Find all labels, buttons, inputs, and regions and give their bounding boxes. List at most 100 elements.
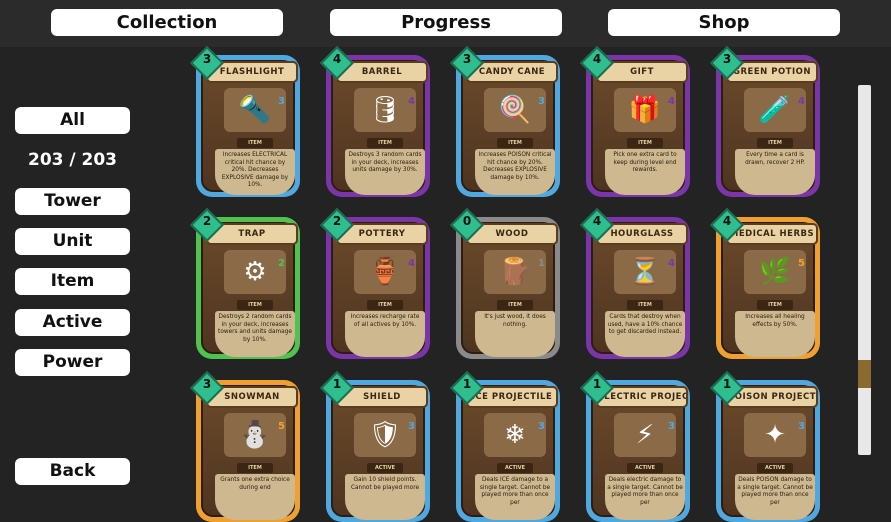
card-cost: 2 — [202, 214, 212, 228]
card[interactable]: 🍭 3 ITEM Increases POISON critical hit chan… — [450, 46, 560, 197]
filter-item-button[interactable]: Item — [15, 268, 130, 295]
card-type: ITEM — [237, 300, 273, 310]
lightning-icon: ⚡ — [614, 413, 676, 457]
card-stat: 1 — [538, 258, 545, 269]
card-stat: 4 — [668, 96, 675, 107]
card-type: ITEM — [237, 463, 273, 473]
card-description: Increases ELECTRICAL critical hit chance… — [215, 149, 295, 195]
card-cost: 3 — [202, 52, 212, 66]
back-button[interactable]: Back — [15, 458, 130, 485]
card-description: Deals electric damage to a single target… — [605, 474, 685, 520]
card-type: ITEM — [497, 300, 533, 310]
card-type: ACTIVE — [497, 463, 533, 473]
card-type: ITEM — [627, 138, 663, 148]
card-cost: 4 — [722, 214, 732, 228]
card-stat: 2 — [278, 258, 285, 269]
card-type: ITEM — [757, 138, 793, 148]
card-stat: 5 — [798, 258, 805, 269]
card-type: ITEM — [627, 300, 663, 310]
card-type: ITEM — [367, 138, 403, 148]
card[interactable]: ⏳ 4 ITEM Cards that destroy when used, have… — [580, 208, 690, 359]
card-description: Deals POISON damage to a single target. … — [735, 474, 815, 520]
snowman-icon: ⛄ — [224, 413, 286, 457]
card-cost: 1 — [592, 377, 602, 391]
card-type: ACTIVE — [627, 463, 663, 473]
card-stat: 4 — [668, 258, 675, 269]
card-description: Pick one extra card to keep during level… — [605, 149, 685, 195]
card-cost: 1 — [332, 377, 342, 391]
log-icon: 🪵 — [484, 250, 546, 294]
shield-icon: 🛡 — [354, 413, 416, 457]
card-cost: 1 — [722, 377, 732, 391]
card-stat: 5 — [278, 421, 285, 432]
card[interactable]: 🎁 4 ITEM Pick one extra card to keep during… — [580, 46, 690, 197]
vase-icon: 🏺 — [354, 250, 416, 294]
tab-collection[interactable]: Collection — [51, 9, 283, 36]
card-type: ITEM — [237, 138, 273, 148]
card-stat: 3 — [668, 421, 675, 432]
card-stat: 4 — [408, 258, 415, 269]
card[interactable]: 🧪 4 ITEM Every time a card is drawn, recove… — [710, 46, 820, 197]
card-cost: 3 — [462, 52, 472, 66]
card-cost: 3 — [202, 377, 212, 391]
card[interactable]: 🪵 1 ITEM It's just wood, it does nothing. WO… — [450, 208, 560, 359]
card-cost: 4 — [592, 52, 602, 66]
card-description: Increases POISON critical hit chance by … — [475, 149, 555, 195]
card[interactable]: 🏺 4 ITEM Increases recharge rate of all act… — [320, 208, 430, 359]
card-stat: 3 — [538, 96, 545, 107]
card-description: Destroys 3 random cards in your deck, in… — [345, 149, 425, 195]
card[interactable]: ✦ 3 ACTIVE Deals POISON damage to a single … — [710, 371, 820, 522]
card-type: ACTIVE — [367, 463, 403, 473]
card[interactable]: 🔦 3 ITEM Increases ELECTRICAL critical hit … — [190, 46, 300, 197]
card-description: Increases all healing effects by 50%. — [735, 311, 815, 357]
herbs-icon: 🌿 — [744, 250, 806, 294]
card-description: Every time a card is drawn, recover 2 HP… — [735, 149, 815, 195]
card-type: ITEM — [367, 300, 403, 310]
card-stat: 4 — [798, 96, 805, 107]
card-stat: 4 — [408, 96, 415, 107]
filter-tower-button[interactable]: Tower — [15, 188, 130, 215]
card[interactable]: ❄ 3 ACTIVE Deals ICE damage to a single tar… — [450, 371, 560, 522]
card-description: Deals ICE damage to a single target. Can… — [475, 474, 555, 520]
hourglass-icon: ⏳ — [614, 250, 676, 294]
card-type: ITEM — [497, 138, 533, 148]
filter-power-button[interactable]: Power — [15, 349, 130, 376]
card-cost: 4 — [592, 214, 602, 228]
card-description: It's just wood, it does nothing. — [475, 311, 555, 357]
card-type: ACTIVE — [757, 463, 793, 473]
flashlight-icon: 🔦 — [224, 88, 286, 132]
card-stat: 3 — [798, 421, 805, 432]
barrel-icon: 🛢 — [354, 88, 416, 132]
top-bar: Collection Progress Shop — [0, 0, 891, 47]
card[interactable]: 🛡 3 ACTIVE Gain 10 shield points. Cannot be… — [320, 371, 430, 522]
scrollbar-thumb[interactable] — [858, 360, 871, 388]
card[interactable]: 🌿 5 ITEM Increases all healing effects by 5… — [710, 208, 820, 359]
card-stat: 3 — [278, 96, 285, 107]
card-cost: 0 — [462, 214, 472, 228]
filter-active-button[interactable]: Active — [15, 309, 130, 336]
card-stat: 3 — [408, 421, 415, 432]
card[interactable]: ⚙ 2 ITEM Destroys 2 random cards in your de… — [190, 208, 300, 359]
ice-shard-icon: ❄ — [484, 413, 546, 457]
card-description: Cards that destroy when used, have a 10%… — [605, 311, 685, 357]
card[interactable]: ⛄ 5 ITEM Grants one extra choice during end… — [190, 371, 300, 522]
tab-shop[interactable]: Shop — [608, 9, 840, 36]
card-cost: 1 — [462, 377, 472, 391]
card-description: Destroys 2 random cards in your deck, in… — [215, 311, 295, 357]
scrollbar-track[interactable] — [858, 85, 871, 455]
trap-icon: ⚙ — [224, 250, 286, 294]
card-description: Increases recharge rate of all actives b… — [345, 311, 425, 357]
candy-cane-icon: 🍭 — [484, 88, 546, 132]
card-cost: 4 — [332, 52, 342, 66]
filter-all-button[interactable]: All — [15, 107, 130, 134]
poison-shard-icon: ✦ — [744, 413, 806, 457]
filter-unit-button[interactable]: Unit — [15, 228, 130, 255]
tab-progress[interactable]: Progress — [330, 9, 562, 36]
card-cost: 2 — [332, 214, 342, 228]
card[interactable]: ⚡ 3 ACTIVE Deals electric damage to a singl… — [580, 371, 690, 522]
card[interactable]: 🛢 4 ITEM Destroys 3 random cards in your de… — [320, 46, 430, 197]
card-description: Grants one extra choice during end — [215, 474, 295, 520]
card-cost: 3 — [722, 52, 732, 66]
potion-icon: 🧪 — [744, 88, 806, 132]
card-description: Gain 10 shield points. Cannot be played … — [345, 474, 425, 520]
